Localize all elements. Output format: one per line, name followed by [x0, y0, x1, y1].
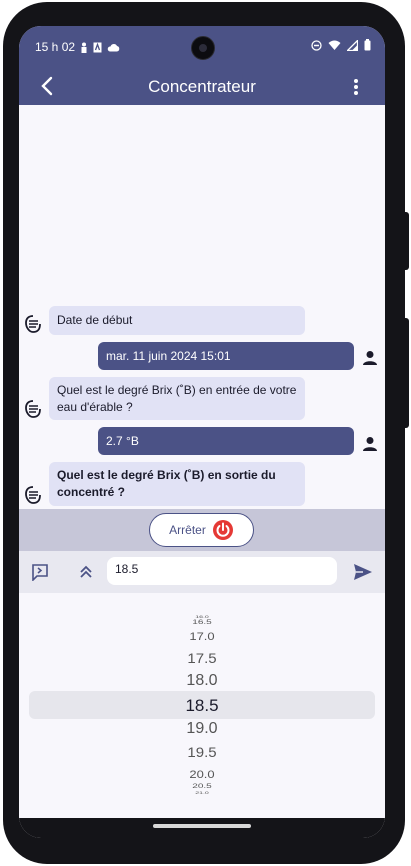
status-right: [311, 39, 371, 51]
stop-icon: [212, 520, 233, 540]
message-text: 2.7 °B: [106, 434, 139, 448]
message-bot: Date de début: [49, 306, 305, 335]
power-button: [405, 212, 409, 270]
number-picker[interactable]: 16.0 16.5 17.0 17.5 18.0 18.5 19.0 19.5 20.0 20.5…: [19, 593, 385, 818]
status-bar: 15 h 02: [19, 26, 385, 68]
message-bot: Quel est le degré Brix (˚B) en entrée de…: [49, 377, 305, 420]
bot-avatar-icon: [25, 315, 41, 333]
send-icon[interactable]: [353, 563, 373, 581]
answer-input-value: 18.5: [115, 562, 139, 576]
chat-prompt-icon[interactable]: [31, 563, 49, 581]
answer-input[interactable]: 18.5: [107, 557, 337, 585]
picker-item[interactable]: 20.5: [19, 784, 385, 790]
message-user: 2.7 °B: [98, 427, 354, 455]
input-bar: 18.5: [19, 551, 385, 593]
more-vert-icon[interactable]: [353, 78, 359, 96]
message-bot-current: Quel est le degré Brix (˚B) en sortie du…: [49, 462, 305, 506]
screen: 15 h 02 Concentrateur Date de début mar.…: [19, 26, 385, 838]
picker-item[interactable]: 17.0: [19, 631, 385, 642]
picker-item[interactable]: 21.0: [19, 791, 385, 794]
picker-item[interactable]: 19.0: [19, 721, 385, 737]
user-avatar-icon: [363, 437, 377, 451]
chat-area: Date de début mar. 11 juin 2024 15:01 Qu…: [19, 105, 385, 509]
message-text: Quel est le degré Brix (˚B) en sortie du…: [57, 468, 276, 499]
message-text: mar. 11 juin 2024 15:01: [106, 349, 231, 363]
picker-item[interactable]: 20.0: [19, 769, 385, 780]
signal-icon: [347, 39, 358, 51]
picker-item[interactable]: 17.5: [19, 651, 385, 665]
camera-cutout: [191, 36, 215, 60]
cloud-status-icon: [107, 43, 120, 51]
status-time: 15 h 02: [35, 40, 76, 54]
dnd-icon: [311, 39, 322, 51]
app-bar: Concentrateur: [19, 68, 385, 105]
picker-item[interactable]: 16.5: [19, 620, 385, 626]
bot-avatar-icon: [25, 486, 41, 504]
picker-item[interactable]: 19.5: [19, 745, 385, 759]
stop-button[interactable]: Arrêter: [149, 513, 254, 547]
picker-item[interactable]: 18.0: [19, 673, 385, 689]
battery-icon: [364, 39, 371, 51]
person-status-icon: [81, 42, 87, 53]
expand-up-icon[interactable]: [79, 564, 93, 580]
message-text: Date de début: [57, 313, 133, 327]
bot-avatar-icon: [25, 400, 41, 418]
volume-button: [405, 318, 409, 428]
stop-bar: Arrêter: [19, 509, 385, 551]
wifi-icon: [328, 40, 341, 50]
sim-status-icon: [93, 42, 102, 52]
picker-item[interactable]: 16.0: [19, 615, 385, 618]
message-user: mar. 11 juin 2024 15:01: [98, 342, 354, 370]
user-avatar-icon: [363, 351, 377, 365]
picker-item-selected[interactable]: 18.5: [19, 697, 385, 714]
stop-button-label: Arrêter: [169, 523, 206, 537]
home-handle[interactable]: [153, 824, 251, 828]
page-title: Concentrateur: [148, 77, 256, 96]
status-left: 15 h 02: [35, 40, 120, 54]
message-text: Quel est le degré Brix (˚B) en entrée de…: [57, 383, 297, 414]
gesture-nav-bar: [19, 818, 385, 838]
